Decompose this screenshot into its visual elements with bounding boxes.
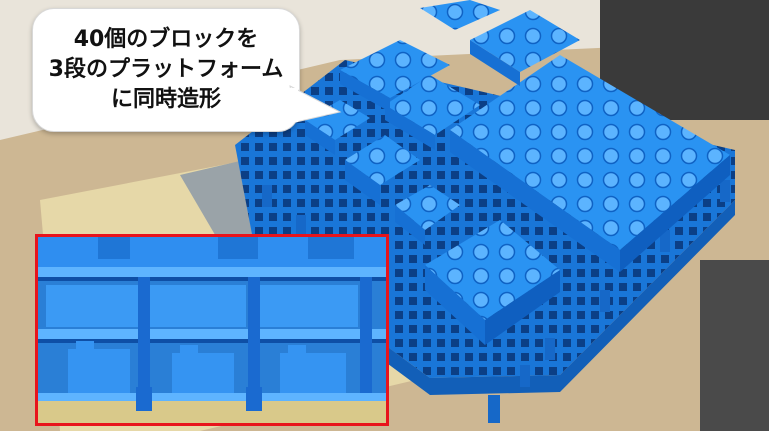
photo-scene: 40個のブロックを 3段のプラットフォーム に同時造形 (0, 0, 769, 431)
closeup-photo (38, 237, 386, 423)
closeup-inset (35, 234, 389, 426)
